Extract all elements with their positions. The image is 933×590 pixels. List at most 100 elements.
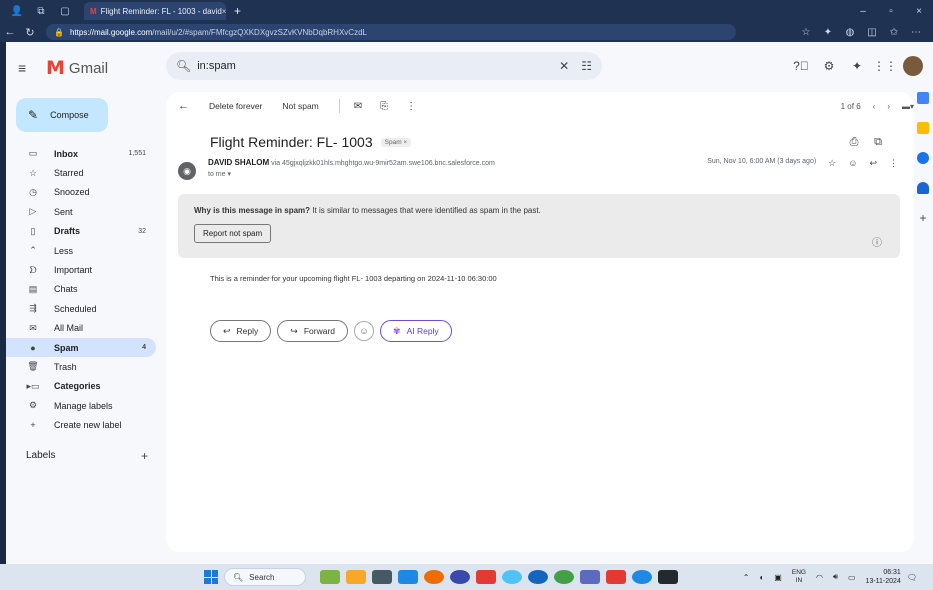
browser-tab[interactable]: M Flight Reminder: FL - 1003 - david × — [84, 2, 226, 20]
forward-button[interactable]: ↪ Forward — [277, 320, 349, 342]
brave-icon[interactable] — [476, 570, 496, 584]
add-label-icon[interactable]: + — [141, 449, 148, 463]
report-not-spam-button[interactable]: Report not spam — [194, 224, 272, 243]
gmail-logo[interactable]: M Gmail — [46, 57, 108, 79]
search-icon[interactable]: 🔍︎ — [176, 59, 191, 73]
message-more-icon[interactable]: ⋮ — [889, 158, 898, 169]
app-blue-icon[interactable] — [450, 570, 470, 584]
youtube-icon[interactable] — [606, 570, 626, 584]
sidebar-item-trash[interactable]: 🗑 Trash — [6, 357, 156, 376]
tray-app-icon[interactable]: ◐ — [759, 573, 764, 582]
sidebar-item-chats[interactable]: ▤ Chats — [6, 280, 156, 299]
star-message-icon[interactable]: ☆ — [828, 158, 836, 169]
wifi-icon[interactable]: ◠ — [816, 573, 823, 582]
sidebar-item-sent[interactable]: ▷ Sent — [6, 202, 156, 221]
delete-forever-button[interactable]: Delete forever — [209, 101, 262, 111]
favorites-icon[interactable]: ✩ — [883, 27, 905, 38]
calendar-icon[interactable] — [917, 92, 929, 104]
compose-button[interactable]: ✎ Compose — [16, 98, 108, 132]
sidebar-item-create-new-label[interactable]: + Create new label — [6, 415, 156, 434]
reply-button[interactable]: ↩ Reply — [210, 320, 272, 342]
sidebar-item-less[interactable]: ⌃ Less — [6, 241, 156, 260]
tray-overflow-icon[interactable]: ⌃ — [743, 573, 750, 582]
recipient-details[interactable]: to me ▾ — [208, 170, 495, 178]
volume-icon[interactable]: 🔊︎ — [833, 572, 838, 582]
whatsapp-icon[interactable] — [554, 570, 574, 584]
gemini-sparkle-icon[interactable]: ✦ — [843, 59, 871, 73]
start-button[interactable] — [204, 570, 218, 584]
add-reaction-icon[interactable]: ☺ — [848, 158, 857, 168]
search-options-icon[interactable]: ☷ — [581, 59, 592, 73]
move-to-icon[interactable]: ⎘ — [380, 101, 388, 112]
sidebar-item-scheduled[interactable]: ⇶ Scheduled — [6, 299, 156, 318]
tab-actions-icon[interactable]: ▢ — [58, 4, 72, 18]
spam-label-badge[interactable]: Spam × — [380, 137, 412, 147]
vscode-icon[interactable] — [398, 570, 418, 584]
tray-terminal-icon[interactable]: ▣ — [774, 573, 782, 582]
sidebar-item-all-mail[interactable]: ✉ All Mail — [6, 319, 156, 338]
search-bar[interactable]: 🔍︎ in:spam ✕ ☷ — [166, 52, 602, 80]
sidebar-item-snoozed[interactable]: ◷ Snoozed — [6, 183, 156, 202]
split-screen-icon[interactable]: ◫ — [861, 27, 883, 38]
main-menu-icon[interactable]: ≡ — [18, 60, 38, 76]
github-icon[interactable] — [658, 570, 678, 584]
keep-icon[interactable] — [917, 122, 929, 134]
clock[interactable]: 06:31 13-11-2024 — [866, 568, 901, 586]
bookmark-star-icon[interactable]: ☆ — [795, 27, 817, 38]
open-new-window-icon[interactable]: ⧉ — [866, 136, 890, 149]
apps-grid-icon[interactable]: ⋮⋮ — [871, 59, 899, 73]
extension-icon[interactable]: ✦ — [817, 27, 839, 38]
next-message-icon[interactable]: › — [887, 102, 890, 111]
widgets-icon[interactable] — [320, 570, 340, 584]
not-spam-button[interactable]: Not spam — [282, 101, 318, 111]
sidebar-item-categories[interactable]: ▸▭ Categories — [6, 377, 156, 396]
clear-search-icon[interactable]: ✕ — [559, 59, 569, 73]
sender-name[interactable]: DAVID SHALOM — [208, 158, 269, 167]
close-window-icon[interactable]: × — [905, 6, 933, 17]
print-icon[interactable]: ⎙ — [842, 136, 866, 149]
edge-icon[interactable] — [528, 570, 548, 584]
prev-message-icon[interactable]: ‹ — [873, 102, 876, 111]
language-indicator[interactable]: ENG IN — [792, 569, 806, 585]
tasks-icon[interactable] — [917, 152, 929, 164]
url-field[interactable]: 🔒 https://mail.google.com /mail/u/2/#spa… — [46, 24, 736, 40]
sender-avatar[interactable]: ◉ — [178, 162, 196, 180]
profile-icon[interactable]: 👤 — [10, 4, 24, 18]
battery-icon[interactable]: ▭ — [848, 573, 856, 582]
sidebar-item-drafts[interactable]: ▯ Drafts 32 — [6, 222, 156, 241]
more-menu-icon[interactable]: ⋯ — [905, 27, 927, 38]
back-to-list-icon[interactable]: ← — [178, 100, 189, 112]
help-icon[interactable]: ?⃝ — [787, 59, 815, 73]
minimize-icon[interactable]: – — [849, 6, 877, 17]
reply-icon[interactable]: ↩ — [869, 158, 877, 169]
site-info-icon[interactable]: 🔒 — [54, 28, 64, 37]
app-orange-icon[interactable] — [424, 570, 444, 584]
file-explorer-icon[interactable] — [346, 570, 366, 584]
copilot-icon[interactable]: ◍ — [839, 27, 861, 38]
account-avatar[interactable] — [903, 56, 923, 76]
app-purple-icon[interactable] — [580, 570, 600, 584]
sidebar-item-manage-labels[interactable]: ⚙ Manage labels — [6, 396, 156, 415]
taskbar-search[interactable]: 🔍︎ Search — [224, 568, 306, 586]
terminal-icon[interactable] — [372, 570, 392, 584]
back-icon[interactable]: ← — [0, 26, 20, 38]
info-icon[interactable]: ⓘ — [872, 234, 882, 249]
reload-icon[interactable]: ↻ — [20, 26, 40, 39]
settings-gear-icon[interactable]: ⚙ — [815, 59, 843, 73]
new-tab-button[interactable]: + — [234, 4, 241, 18]
mark-unread-icon[interactable]: ✉ — [354, 101, 362, 112]
get-addons-icon[interactable]: + — [917, 212, 929, 224]
more-options-icon[interactable]: ⋮ — [406, 101, 416, 112]
app-dark-blue-icon[interactable] — [632, 570, 652, 584]
emoji-reaction-button[interactable]: ☺ — [354, 321, 375, 341]
notification-icon[interactable]: 🗨 — [907, 573, 917, 582]
workspaces-icon[interactable]: ⧉ — [34, 4, 48, 18]
sidebar-item-inbox[interactable]: ▭ Inbox 1,551 — [6, 144, 156, 163]
sidebar-item-spam[interactable]: ● Spam 4 — [6, 337, 156, 358]
ai-reply-button[interactable]: ✾ AI Reply — [380, 320, 452, 342]
react-icon[interactable] — [502, 570, 522, 584]
maximize-icon[interactable]: ▫ — [877, 6, 905, 17]
close-tab-icon[interactable]: × — [222, 7, 226, 16]
contacts-icon[interactable] — [917, 182, 929, 194]
sidebar-item-important[interactable]: ᗤ Important — [6, 260, 156, 279]
